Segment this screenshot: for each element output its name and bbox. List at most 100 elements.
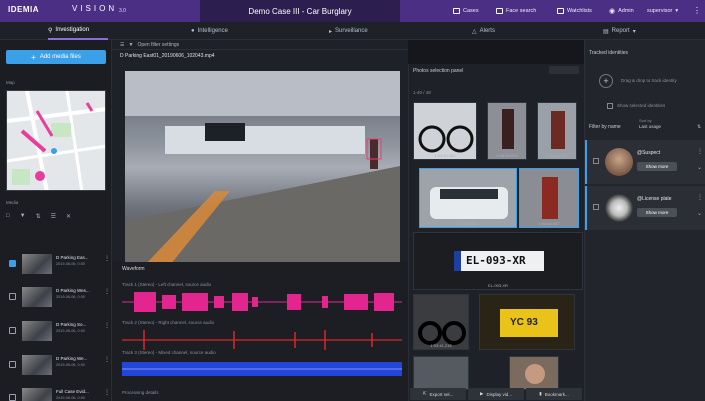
photo-thumb[interactable]: EL-093-XR EL-093-XR: [413, 232, 583, 290]
identity-name: @License plate: [637, 196, 672, 202]
more-icon[interactable]: ⋮: [104, 389, 110, 396]
media-item[interactable]: D Parking Eas... 2019-06-06, 0:00 ⋮: [6, 250, 110, 278]
video-player[interactable]: [125, 71, 400, 265]
identities-title: Tracked identities: [589, 50, 628, 56]
map-view[interactable]: [6, 90, 106, 191]
sort-label: Sort by: [639, 118, 652, 123]
media-thumbnail: [22, 388, 52, 401]
sort-direction-icon[interactable]: ⇅: [697, 124, 701, 130]
map-graphic: [7, 91, 105, 190]
tab-investigation[interactable]: ⚲ Investigation: [48, 22, 108, 40]
add-identity-icon[interactable]: +: [599, 74, 613, 88]
add-media-button[interactable]: + Add media files: [6, 50, 106, 64]
media-item[interactable]: D Parking So... 2019-06-06, 0:00 ⋮: [6, 317, 110, 345]
media-date: 2019-06-06, 0:00: [56, 262, 85, 266]
delete-icon[interactable]: ✕: [66, 213, 71, 220]
plus-icon: +: [31, 52, 36, 62]
photo-panel-action[interactable]: [549, 66, 579, 74]
user-menu[interactable]: supervisor ▾: [647, 6, 678, 16]
bookmark-button[interactable]: ▮ Bookmark...: [526, 388, 582, 400]
video-frame: [125, 71, 400, 265]
photo-thumb[interactable]: 0:58:04.870: [487, 102, 527, 160]
identity-name: @Suspect: [637, 150, 661, 156]
photo-thumb-selected[interactable]: 1:03:48.367: [519, 168, 579, 228]
photo-thumb[interactable]: 1:03:48.270: [537, 102, 577, 160]
chevron-down-icon[interactable]: ⌄: [697, 164, 702, 171]
tab-surveillance[interactable]: ▸ Surveillance: [329, 22, 368, 40]
menu-icon[interactable]: ☰: [120, 42, 124, 48]
show-selected-checkbox[interactable]: [607, 103, 613, 109]
more-icon[interactable]: ⋮: [104, 322, 110, 329]
photo-thumb[interactable]: [509, 356, 559, 390]
identity-card[interactable]: @License plate Show more ⋮ ⌄: [585, 186, 705, 230]
cases-button[interactable]: Cases: [453, 6, 479, 16]
identity-checkbox[interactable]: [593, 204, 599, 210]
sort-icon[interactable]: ⇅: [36, 213, 41, 220]
list-view-icon[interactable]: ☰: [51, 213, 56, 220]
media-checkbox[interactable]: [9, 361, 16, 368]
brand-logo: IDEMIA: [8, 5, 39, 14]
export-button[interactable]: ⇱ Export sel...: [410, 388, 466, 400]
photo-thumb[interactable]: [413, 356, 469, 390]
waveform-track-3[interactable]: [122, 358, 402, 380]
partial-photo: [414, 357, 468, 389]
filter-icon[interactable]: ▼: [20, 213, 26, 219]
face-photo: [510, 357, 558, 389]
show-more-button[interactable]: Show more: [637, 208, 677, 217]
filter-icon[interactable]: ▼: [128, 42, 133, 48]
media-checkbox[interactable]: [9, 394, 16, 401]
show-more-button[interactable]: Show more: [637, 162, 677, 171]
face-search-button[interactable]: Face search: [496, 6, 536, 16]
tab-report[interactable]: ▤ Report ▾: [603, 22, 636, 40]
more-icon[interactable]: ⋮: [104, 356, 110, 363]
product-name: VISION: [72, 4, 118, 13]
filter-settings-link[interactable]: Open filter settings: [137, 42, 179, 48]
more-icon[interactable]: ⋮: [104, 288, 110, 295]
person-photo: [488, 103, 526, 159]
media-toolbar: □ ▼ ⇅ ☰ ✕: [6, 211, 106, 221]
chevron-down-icon[interactable]: ⌄: [697, 210, 702, 217]
admin-button[interactable]: ◉ Admin: [609, 6, 634, 16]
identity-card[interactable]: @Suspect Show more ⋮ ⌄: [585, 140, 705, 184]
case-tab[interactable]: Demo Case III - Car Burglary: [200, 0, 400, 22]
more-icon[interactable]: ⋮: [697, 148, 703, 155]
media-item[interactable]: D Parking We... 2019-06-06, 0:00 ⋮: [6, 351, 110, 379]
bicycle-photo: [414, 103, 476, 159]
face-search-icon: [496, 8, 503, 14]
tab-intelligence[interactable]: ● Intelligence: [191, 22, 228, 40]
photo-thumb[interactable]: 1:03:41.218: [413, 294, 469, 350]
audio-section-title: Waveform: [122, 266, 145, 272]
media-checkbox[interactable]: [9, 293, 16, 300]
sort-select[interactable]: Last usage: [639, 124, 661, 129]
display-video-button[interactable]: ▶ Display vid...: [468, 388, 524, 400]
waveform-track-1[interactable]: [122, 290, 402, 314]
media-date: 2019-06-06, 0:00: [56, 295, 85, 299]
waveform-track-2[interactable]: [122, 328, 402, 352]
photo-thumb-selected[interactable]: 1:03:31.564: [419, 168, 517, 228]
car-photo: [420, 169, 516, 227]
photo-panel-title: Photos selection panel: [413, 68, 464, 74]
chevron-down-icon: ▾: [632, 28, 636, 35]
more-icon[interactable]: ⋮: [697, 194, 703, 201]
sub-navigation: ⚲ Investigation ● Intelligence ▸ Surveil…: [0, 22, 705, 40]
identity-checkbox[interactable]: [593, 158, 599, 164]
media-thumbnail: [22, 254, 52, 274]
top-bar: IDEMIA VISION 3.0 Demo Case III - Car Bu…: [0, 0, 705, 22]
checkbox-all[interactable]: □: [6, 213, 10, 219]
media-checkbox[interactable]: [9, 327, 16, 334]
track-1-label: Track 1 (Stereo) - Left channel, source …: [122, 282, 212, 287]
photo-thumb[interactable]: 1:03:45.364: [413, 102, 477, 160]
processing-details[interactable]: Processing details: [122, 390, 159, 395]
media-item[interactable]: Full Case Evid... 2019-06-06, 0:00 ⋮: [6, 384, 110, 401]
track-2-label: Track 2 (Stereo) - Right channel, source…: [122, 320, 215, 325]
more-icon[interactable]: ⋮: [693, 6, 701, 15]
tab-alerts[interactable]: △ Alerts: [472, 22, 495, 40]
photo-thumb[interactable]: YC 93: [479, 294, 575, 350]
identity-avatar: [605, 194, 633, 222]
media-checkbox[interactable]: [9, 260, 16, 267]
watchlist-button[interactable]: Watchlists: [557, 6, 592, 16]
more-icon[interactable]: ⋮: [104, 255, 110, 262]
filter-label: Filter by name: [589, 124, 621, 130]
media-item[interactable]: D Parking Wes... 2019-06-06, 0:00 ⋮: [6, 283, 110, 311]
drag-hint: Drag & drop to track identity: [621, 78, 677, 83]
